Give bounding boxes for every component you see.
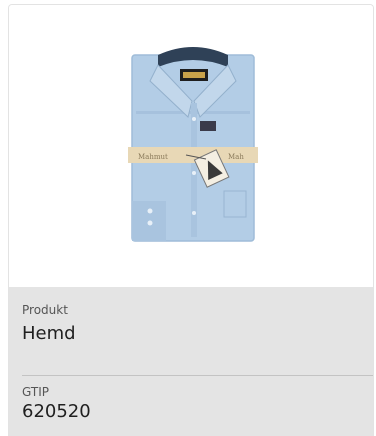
product-info-panel: Produkt Hemd GTIP 620520	[9, 287, 373, 436]
product-image-area: Mahmut Mah	[9, 5, 373, 287]
folded-shirt-image: Mahmut Mah	[128, 47, 258, 242]
product-label: Produkt	[22, 303, 68, 317]
svg-text:Mahmut: Mahmut	[138, 153, 168, 161]
gtip-value: 620520	[22, 401, 91, 422]
info-divider	[22, 375, 373, 376]
svg-text:Mah: Mah	[228, 153, 244, 161]
product-value: Hemd	[22, 323, 76, 344]
gtip-label: GTIP	[22, 385, 49, 399]
product-card: Mahmut Mah Produkt Hemd GTIP 620520	[8, 4, 374, 436]
